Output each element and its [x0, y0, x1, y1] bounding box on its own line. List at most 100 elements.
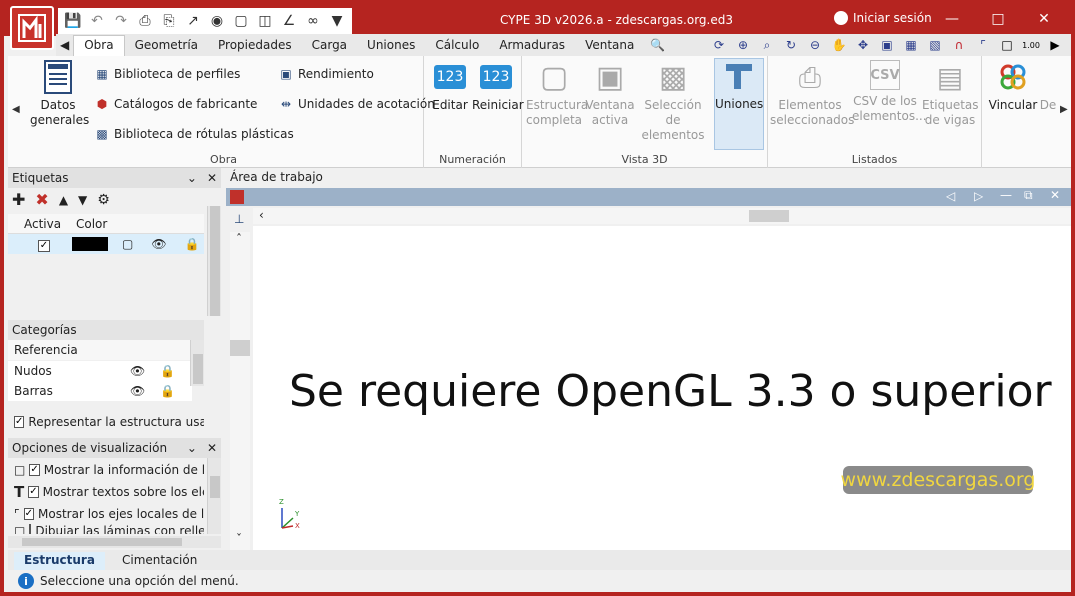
cube-icon[interactable]: ▢: [122, 237, 133, 251]
scroll-up-icon[interactable]: ˆ: [236, 232, 242, 246]
tab-obra[interactable]: Obra: [73, 35, 125, 56]
lock-icon[interactable]: 🔒: [185, 237, 200, 251]
grid-icon[interactable]: ▦: [901, 36, 921, 54]
tab-ventana[interactable]: Ventana: [575, 36, 644, 56]
measure-icon[interactable]: ∞: [302, 10, 324, 32]
fit-icon[interactable]: ▣: [877, 36, 897, 54]
opcion-row-laminas[interactable]: □ Dibujar las láminas con relleno: [8, 524, 204, 534]
opcion-laminas-checkbox[interactable]: [29, 524, 32, 534]
zoom-out-icon[interactable]: ⊖: [805, 36, 825, 54]
tab-armaduras[interactable]: Armaduras: [489, 36, 575, 56]
unidades-acotacion-button[interactable]: ⇹ Unidades de acotación: [278, 96, 435, 112]
view-vscroll-thumb[interactable]: [230, 340, 250, 356]
scroll-left-icon[interactable]: ‹: [259, 208, 264, 222]
opcion-textos-checkbox[interactable]: ✓: [28, 486, 39, 498]
estructura-completa-button[interactable]: ▢ Estructura completa: [526, 60, 588, 128]
save-icon[interactable]: 💾: [62, 10, 84, 32]
tag-settings-icon[interactable]: ⚙: [97, 192, 110, 208]
editar-numeracion-button[interactable]: 123 Editar: [428, 60, 472, 113]
delete-icon[interactable]: ✖: [35, 190, 48, 209]
magnet-icon[interactable]: ∩: [949, 36, 969, 54]
view-hscrollbar[interactable]: ‹: [253, 208, 1071, 224]
categorias-scroll-thumb[interactable]: [193, 354, 203, 384]
tab-estructura[interactable]: Estructura: [14, 552, 105, 570]
view-close-icon[interactable]: ✕: [1050, 188, 1060, 202]
csv-elementos-button[interactable]: CSV CSV de los elementos...: [852, 60, 927, 124]
tab-propiedades[interactable]: Propiedades: [208, 36, 302, 56]
etiqueta-row[interactable]: ✓ ▢ 👁 🔒: [8, 234, 204, 254]
axes-toggle-icon[interactable]: ⊥: [234, 212, 244, 226]
search-icon[interactable]: 🔍: [644, 36, 671, 56]
catalogos-fabricante-button[interactable]: ⬢ Catálogos de fabricante: [94, 96, 258, 112]
tab-geometria[interactable]: Geometría: [125, 36, 208, 56]
biblioteca-perfiles-button[interactable]: ▦ Biblioteca de perfiles: [94, 66, 240, 82]
datos-generales-button[interactable]: Datos generales: [30, 60, 89, 128]
pan-hand-icon[interactable]: ✋: [829, 36, 849, 54]
move-icon[interactable]: ✥: [853, 36, 873, 54]
etiquetas-scroll-thumb[interactable]: [210, 206, 220, 316]
refresh-icon[interactable]: ↻: [781, 36, 801, 54]
add-icon[interactable]: ✚: [12, 190, 25, 209]
zoom-window-icon[interactable]: ⌕: [757, 36, 777, 54]
app-logo-icon[interactable]: [10, 6, 54, 50]
frame-icon[interactable]: □: [997, 36, 1017, 54]
tab-carga[interactable]: Carga: [302, 36, 357, 56]
representar-row[interactable]: ✓ Representar la estructura usando ⌄: [8, 412, 204, 432]
opcion-info-checkbox[interactable]: ✓: [29, 464, 40, 476]
panel-close-icon[interactable]: ✕: [207, 171, 217, 185]
categoria-row-barras[interactable]: Barras 👁 🔒: [8, 381, 192, 401]
activa-checkbox[interactable]: ✓: [38, 239, 50, 252]
minimize-button[interactable]: —: [929, 6, 975, 32]
ribbon-scroll-right-icon[interactable]: ▶: [1045, 36, 1065, 54]
customize-dropdown-icon[interactable]: ▼: [326, 10, 348, 32]
categorias-scrollbar[interactable]: [190, 340, 204, 386]
visibility-eye-icon[interactable]: 👁: [151, 237, 166, 251]
uniones-view-button[interactable]: Uniones: [714, 58, 764, 150]
redo-icon[interactable]: ↷: [110, 10, 132, 32]
signin-button[interactable]: Iniciar sesión: [834, 11, 932, 25]
binoculars-icon[interactable]: ◉: [206, 10, 228, 32]
opcion-row-textos[interactable]: T ✓ Mostrar textos sobre los elem: [8, 482, 204, 502]
biblioteca-rotulas-button[interactable]: ▩ Biblioteca de rótulas plásticas: [94, 126, 293, 142]
lock-icon[interactable]: 🔒: [160, 364, 175, 378]
next-view-icon[interactable]: ▷: [974, 189, 983, 203]
opciones-hscroll-thumb[interactable]: [22, 538, 182, 546]
de-button[interactable]: De: [1038, 60, 1058, 113]
prev-view-icon[interactable]: ◁: [946, 189, 955, 203]
vincular-button[interactable]: Vincular: [986, 60, 1040, 113]
rendimiento-button[interactable]: ▣ Rendimiento: [278, 66, 373, 82]
opcion-row-ejes[interactable]: ⌜ ✓ Mostrar los ejes locales de los: [8, 504, 204, 524]
elementos-seleccionados-button[interactable]: ⎙ Elementos seleccionados: [770, 60, 854, 128]
opciones-scrollbar[interactable]: [207, 458, 221, 534]
view-minimize-icon[interactable]: —: [1000, 188, 1012, 202]
cube-view-icon[interactable]: ◫: [254, 10, 276, 32]
opcion-row-info[interactable]: □ ✓ Mostrar la información de los: [8, 460, 204, 480]
print-icon[interactable]: ⎙: [134, 10, 156, 32]
view-hscroll-thumb[interactable]: [749, 210, 789, 222]
undo-icon[interactable]: ↶: [86, 10, 108, 32]
etiquetas-scrollbar[interactable]: [207, 206, 221, 316]
axis-icon[interactable]: ⌜: [973, 36, 993, 54]
cube-wire-icon[interactable]: ▢: [230, 10, 252, 32]
3d-viewport[interactable]: Se requiere OpenGL 3.3 o superior www.zd…: [253, 226, 1071, 550]
maximize-button[interactable]: □: [975, 6, 1021, 32]
grid-snap-icon[interactable]: ▧: [925, 36, 945, 54]
opciones-scroll-thumb[interactable]: [210, 476, 220, 498]
print-preview-icon[interactable]: ⎘: [158, 10, 180, 32]
lock-icon[interactable]: 🔒: [160, 384, 175, 398]
zoom-all-icon[interactable]: ⊕: [733, 36, 753, 54]
ventana-activa-button[interactable]: ▣ Ventana activa: [584, 60, 636, 128]
tab-uniones[interactable]: Uniones: [357, 36, 425, 56]
seleccion-elementos-button[interactable]: ▩ Selección de elementos: [638, 60, 708, 143]
collapse-chevron-icon[interactable]: ⌄: [187, 441, 197, 455]
visibility-eye-icon[interactable]: 👁: [130, 364, 160, 378]
opciones-hscrollbar[interactable]: [8, 536, 221, 548]
close-button[interactable]: ✕: [1021, 6, 1067, 32]
ribbon-next-icon[interactable]: ▶: [1060, 104, 1068, 115]
ribbon-prev-icon[interactable]: ◀: [12, 104, 20, 115]
move-down-icon[interactable]: ▼: [78, 193, 87, 207]
move-up-icon[interactable]: ▲: [59, 193, 68, 207]
categoria-row-nudos[interactable]: Nudos 👁 🔒: [8, 361, 192, 381]
reiniciar-numeracion-button[interactable]: 123 Reiniciar: [472, 60, 524, 113]
tab-cimentacion[interactable]: Cimentación: [112, 552, 207, 570]
